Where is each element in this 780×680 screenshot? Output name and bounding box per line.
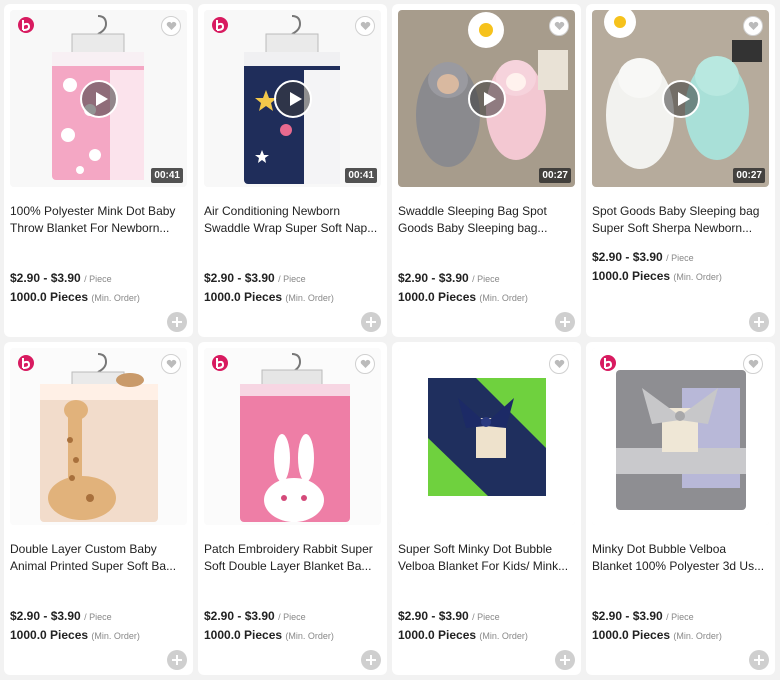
product-title[interactable]: Air Conditioning Newborn Swaddle Wrap Su…: [204, 203, 381, 237]
product-image[interactable]: [10, 348, 187, 525]
product-title[interactable]: Spot Goods Baby Sleeping bag Super Soft …: [592, 203, 769, 237]
product-image[interactable]: [204, 348, 381, 525]
product-card[interactable]: Minky Dot Bubble Velboa Blanket 100% Pol…: [586, 342, 775, 675]
brand-logo-icon: [18, 17, 34, 33]
video-duration: 00:41: [345, 168, 377, 183]
favorite-heart-icon[interactable]: [743, 354, 763, 374]
product-price: $2.90 - $3.90: [10, 609, 81, 623]
product-title[interactable]: Minky Dot Bubble Velboa Blanket 100% Pol…: [592, 541, 769, 575]
play-video-icon[interactable]: [467, 79, 506, 118]
price-block: $2.90 - $3.90 / Piece 1000.0 Pieces (Min…: [204, 271, 381, 304]
favorite-heart-icon[interactable]: [549, 354, 569, 374]
product-price: $2.90 - $3.90: [398, 271, 469, 285]
price-block: $2.90 - $3.90 / Piece 1000.0 Pieces (Min…: [592, 609, 769, 642]
price-unit: / Piece: [84, 274, 112, 284]
product-card[interactable]: Double Layer Custom Baby Animal Printed …: [4, 342, 193, 675]
min-order-quantity: 1000.0 Pieces: [398, 290, 477, 304]
product-image[interactable]: 00:41: [204, 10, 381, 187]
min-order-label: (Min. Order): [673, 272, 722, 282]
min-order-quantity: 1000.0 Pieces: [592, 269, 671, 283]
product-grid: 00:41 100% Polyester Mink Dot Baby Throw…: [4, 4, 776, 675]
giraffe-blanket-image: [10, 348, 187, 525]
brand-logo-icon: [600, 355, 616, 371]
product-price: $2.90 - $3.90: [592, 250, 663, 264]
grey-minky-blanket-image: [592, 348, 769, 525]
price-unit: / Piece: [472, 274, 500, 284]
video-duration: 00:27: [733, 168, 765, 183]
product-title[interactable]: Super Soft Minky Dot Bubble Velboa Blank…: [398, 541, 575, 575]
favorite-heart-icon[interactable]: [743, 16, 763, 36]
product-card[interactable]: 00:27 Spot Goods Baby Sleeping bag Super…: [586, 4, 775, 337]
min-order-quantity: 1000.0 Pieces: [10, 628, 89, 642]
product-title[interactable]: Double Layer Custom Baby Animal Printed …: [10, 541, 187, 575]
add-to-list-button[interactable]: [361, 312, 381, 332]
add-to-list-button[interactable]: [361, 650, 381, 670]
add-to-list-button[interactable]: [749, 650, 769, 670]
play-video-icon[interactable]: [79, 79, 118, 118]
favorite-heart-icon[interactable]: [161, 16, 181, 36]
product-price: $2.90 - $3.90: [204, 609, 275, 623]
price-block: $2.90 - $3.90 / Piece 1000.0 Pieces (Min…: [10, 271, 187, 304]
brand-logo-icon: [212, 17, 228, 33]
product-image[interactable]: 00:27: [398, 10, 575, 187]
add-to-list-button[interactable]: [167, 650, 187, 670]
product-image[interactable]: [398, 348, 575, 525]
price-unit: / Piece: [84, 612, 112, 622]
product-price: $2.90 - $3.90: [592, 609, 663, 623]
favorite-heart-icon[interactable]: [355, 16, 375, 36]
brand-logo-icon: [18, 355, 34, 371]
product-image[interactable]: 00:27: [592, 10, 769, 187]
favorite-heart-icon[interactable]: [355, 354, 375, 374]
min-order-quantity: 1000.0 Pieces: [592, 628, 671, 642]
min-order-label: (Min. Order): [673, 631, 722, 641]
min-order-quantity: 1000.0 Pieces: [398, 628, 477, 642]
navy-green-minky-blanket-image: [398, 348, 575, 525]
price-unit: / Piece: [666, 253, 694, 263]
video-duration: 00:27: [539, 168, 571, 183]
add-to-list-button[interactable]: [555, 650, 575, 670]
price-block: $2.90 - $3.90 / Piece 1000.0 Pieces (Min…: [204, 609, 381, 642]
product-image[interactable]: 00:41: [10, 10, 187, 187]
play-video-icon[interactable]: [273, 79, 312, 118]
min-order-label: (Min. Order): [285, 631, 334, 641]
product-card[interactable]: Patch Embroidery Rabbit Super Soft Doubl…: [198, 342, 387, 675]
favorite-heart-icon[interactable]: [161, 354, 181, 374]
product-card[interactable]: 00:41 100% Polyester Mink Dot Baby Throw…: [4, 4, 193, 337]
product-card[interactable]: 00:27 Swaddle Sleeping Bag Spot Goods Ba…: [392, 4, 581, 337]
play-video-icon[interactable]: [661, 79, 700, 118]
video-duration: 00:41: [151, 168, 183, 183]
min-order-label: (Min. Order): [479, 293, 528, 303]
product-title[interactable]: Swaddle Sleeping Bag Spot Goods Baby Sle…: [398, 203, 575, 237]
rabbit-blanket-image: [204, 348, 381, 525]
min-order-label: (Min. Order): [479, 631, 528, 641]
min-order-label: (Min. Order): [91, 631, 140, 641]
price-unit: / Piece: [278, 612, 306, 622]
price-unit: / Piece: [666, 612, 694, 622]
product-image[interactable]: [592, 348, 769, 525]
product-price: $2.90 - $3.90: [10, 271, 81, 285]
price-block: $2.90 - $3.90 / Piece 1000.0 Pieces (Min…: [10, 609, 187, 642]
min-order-label: (Min. Order): [285, 293, 334, 303]
price-block: $2.90 - $3.90 / Piece 1000.0 Pieces (Min…: [398, 271, 575, 304]
min-order-quantity: 1000.0 Pieces: [204, 628, 283, 642]
brand-logo-icon: [212, 355, 228, 371]
product-card[interactable]: 00:41 Air Conditioning Newborn Swaddle W…: [198, 4, 387, 337]
price-unit: / Piece: [278, 274, 306, 284]
min-order-label: (Min. Order): [91, 293, 140, 303]
price-unit: / Piece: [472, 612, 500, 622]
product-title[interactable]: Patch Embroidery Rabbit Super Soft Doubl…: [204, 541, 381, 575]
favorite-heart-icon[interactable]: [549, 16, 569, 36]
price-block: $2.90 - $3.90 / Piece 1000.0 Pieces (Min…: [398, 609, 575, 642]
min-order-quantity: 1000.0 Pieces: [10, 290, 89, 304]
add-to-list-button[interactable]: [749, 312, 769, 332]
product-title[interactable]: 100% Polyester Mink Dot Baby Throw Blank…: [10, 203, 187, 237]
product-price: $2.90 - $3.90: [398, 609, 469, 623]
product-card[interactable]: Super Soft Minky Dot Bubble Velboa Blank…: [392, 342, 581, 675]
add-to-list-button[interactable]: [167, 312, 187, 332]
add-to-list-button[interactable]: [555, 312, 575, 332]
price-block: $2.90 - $3.90 / Piece 1000.0 Pieces (Min…: [592, 250, 769, 283]
min-order-quantity: 1000.0 Pieces: [204, 290, 283, 304]
product-price: $2.90 - $3.90: [204, 271, 275, 285]
